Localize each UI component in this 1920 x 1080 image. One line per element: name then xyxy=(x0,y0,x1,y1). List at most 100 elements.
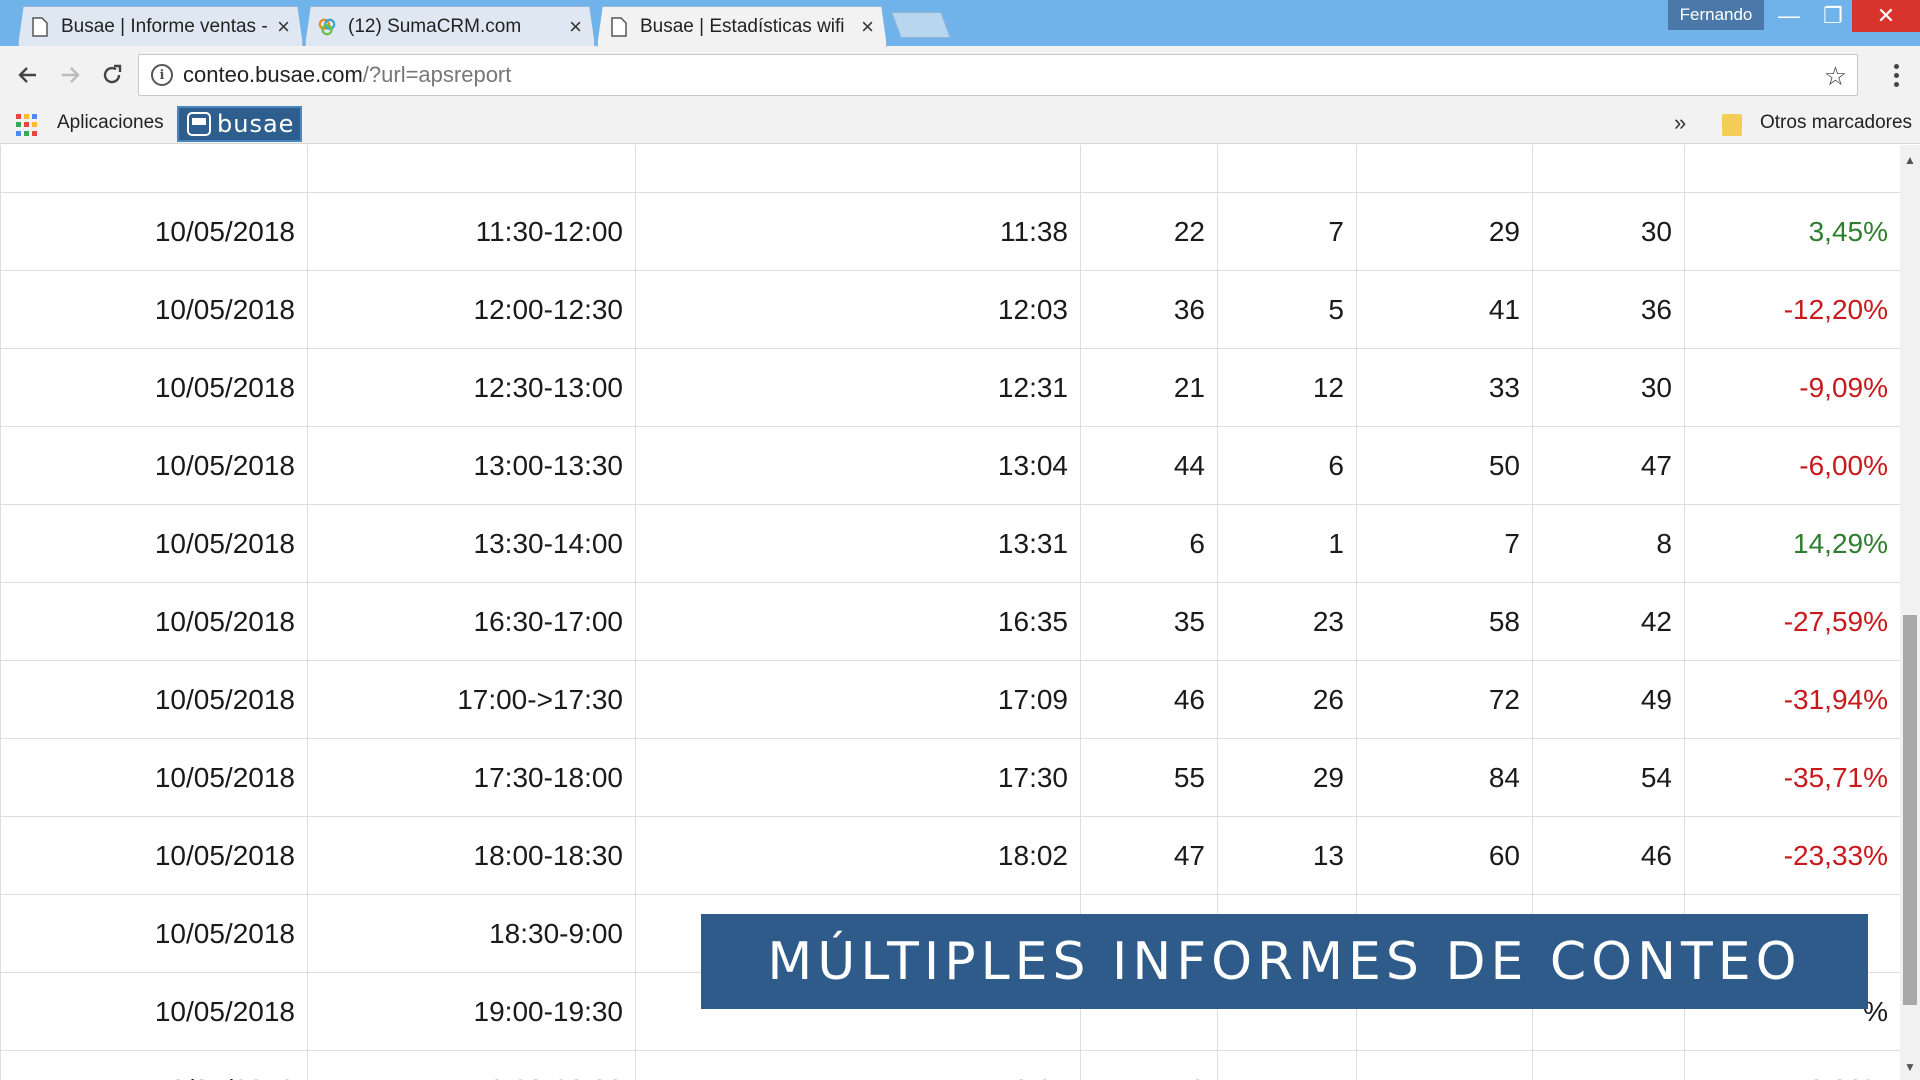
table-cell: 84 xyxy=(1356,738,1533,817)
variation-cell: 3,45% xyxy=(1684,192,1900,271)
bookmark-apps-label[interactable]: Aplicaciones xyxy=(57,112,164,134)
vertical-scrollbar[interactable]: ▲ ▼ xyxy=(1900,145,1920,1080)
bookmarks-bar: Aplicaciones busae » Otros marcadores xyxy=(0,104,1920,144)
table-row: 10/05/2018 11:30-12:00 11:38 22 7 29 30 3,45% xyxy=(0,192,1900,271)
variation-cell: -12,20% xyxy=(1684,270,1900,349)
variation-cell: 14,29% xyxy=(1684,504,1900,583)
folder-icon xyxy=(1722,114,1742,136)
arrow-right-icon xyxy=(62,67,80,83)
scroll-down-arrow-icon[interactable]: ▼ xyxy=(1900,1060,1920,1074)
close-window-button[interactable]: ✕ xyxy=(1852,0,1920,32)
table-cell: 18:30-9:00 xyxy=(307,894,636,973)
table-cell: 47 xyxy=(1080,816,1218,895)
table-cell: 55 xyxy=(1080,738,1218,817)
scroll-up-arrow-icon[interactable]: ▲ xyxy=(1900,153,1920,167)
table-cell: 29 xyxy=(1217,738,1357,817)
table-cell: 17:30-18:00 xyxy=(307,738,636,817)
reload-button[interactable] xyxy=(94,58,130,92)
table-cell: 22 xyxy=(1080,192,1218,271)
back-button[interactable] xyxy=(10,58,46,92)
table-cell: 7 xyxy=(1217,192,1357,271)
table-cell: 17:09 xyxy=(635,660,1081,739)
table-cell: 36 xyxy=(1532,270,1685,349)
table-cell xyxy=(307,145,636,193)
table-cell: 19:37 xyxy=(635,1050,1081,1080)
tab-estadisticas-wifi[interactable]: Busae | Estadísticas wifi × xyxy=(597,6,887,47)
busae-logo-text: busae xyxy=(217,110,295,138)
table-cell: 10/05/2018 xyxy=(0,270,308,349)
tab-sumacrm[interactable]: (12) SumaCRM.com × xyxy=(305,6,595,46)
table-cell: 8 xyxy=(1532,504,1685,583)
variation-cell: -27,59% xyxy=(1684,582,1900,661)
table-cell: 10/05/2018 xyxy=(0,582,308,661)
chrome-menu-icon[interactable] xyxy=(1886,58,1906,92)
table-cell: 46 xyxy=(1532,816,1685,895)
table-cell: 10/05/2018 xyxy=(0,894,308,973)
new-tab-button[interactable] xyxy=(891,12,951,38)
forward-button[interactable] xyxy=(52,58,88,92)
close-icon[interactable]: × xyxy=(569,14,582,40)
table-cell: 26 xyxy=(1217,660,1357,739)
address-bar[interactable]: i conteo.busae.com /?url=apsreport ☆ xyxy=(138,54,1858,96)
table-row: 10/05/2018 17:00->17:30 17:09 46 26 72 49 -31,9… xyxy=(0,660,1900,739)
table-cell: 12:30-13:00 xyxy=(307,348,636,427)
table-cell: 1 xyxy=(1217,504,1357,583)
table-cell: 10/05/2018 xyxy=(0,348,308,427)
table-cell: 18:02 xyxy=(635,816,1081,895)
table-cell: 11:38 xyxy=(635,192,1081,271)
bookmark-busae[interactable]: busae xyxy=(177,106,302,142)
url-path: /?url=apsreport xyxy=(362,62,512,87)
table-cell: 50 xyxy=(1356,426,1533,505)
table-cell: 6 xyxy=(1080,504,1218,583)
table-cell: 13:30-14:00 xyxy=(307,504,636,583)
url-host: conteo.busae.com xyxy=(183,62,363,87)
table-cell xyxy=(1080,145,1218,193)
table-cell: 10/05/2018 xyxy=(0,660,308,739)
table-row xyxy=(0,145,1900,193)
table-cell: 19:00-19:30 xyxy=(307,972,636,1051)
table-row: 10/05/2018 17:30-18:00 17:30 55 29 84 54 -35,71… xyxy=(0,738,1900,817)
table-cell: 30 xyxy=(1532,192,1685,271)
table-cell: 35 xyxy=(1080,582,1218,661)
page-icon xyxy=(611,17,627,37)
close-icon[interactable]: × xyxy=(277,14,290,40)
table-row: 10/05/201819:30-20:0019:3761770,00% xyxy=(0,1050,1900,1080)
table-cell: 13:00-13:30 xyxy=(307,426,636,505)
table-cell: 47 xyxy=(1532,426,1685,505)
table-row: 10/05/2018 12:00-12:30 12:03 36 5 41 36 -12,20% xyxy=(0,270,1900,349)
table-cell: 58 xyxy=(1356,582,1533,661)
info-icon[interactable]: i xyxy=(151,64,173,86)
variation-cell: 0,00% xyxy=(1684,1050,1900,1080)
tab-informe-ventas[interactable]: Busae | Informe ventas - ( × xyxy=(18,6,303,46)
more-bookmarks-icon[interactable]: » xyxy=(1674,110,1686,136)
user-profile-button[interactable]: Fernando xyxy=(1668,0,1764,30)
table-cell: 16:35 xyxy=(635,582,1081,661)
browser-toolbar: i conteo.busae.com /?url=apsreport ☆ xyxy=(0,46,1920,104)
variation-cell: -9,09% xyxy=(1684,348,1900,427)
bookmark-star-icon[interactable]: ☆ xyxy=(1824,61,1847,92)
variation-cell: -23,33% xyxy=(1684,816,1900,895)
close-icon[interactable]: × xyxy=(861,14,874,40)
table-cell: 10/05/2018 xyxy=(0,816,308,895)
table-cell: 23 xyxy=(1217,582,1357,661)
apps-grid-icon[interactable] xyxy=(16,114,38,136)
table-cell: 10/05/2018 xyxy=(0,738,308,817)
page-icon xyxy=(32,16,48,37)
table-cell: 10/05/2018 xyxy=(0,426,308,505)
table-cell: 10/05/2018 xyxy=(0,504,308,583)
table-cell: 7 xyxy=(1356,504,1533,583)
other-bookmarks-button[interactable]: Otros marcadores xyxy=(1760,112,1912,134)
scrollbar-thumb[interactable] xyxy=(1903,615,1917,1005)
table-cell xyxy=(635,145,1081,193)
tab-title: (12) SumaCRM.com xyxy=(348,15,522,37)
table-cell: 18:00-18:30 xyxy=(307,816,636,895)
table-cell: 12:03 xyxy=(635,270,1081,349)
tab-title: Busae | Informe ventas - ( xyxy=(61,15,270,37)
table-cell: 13 xyxy=(1217,816,1357,895)
table-cell: 44 xyxy=(1080,426,1218,505)
table-cell: 5 xyxy=(1217,270,1357,349)
tab-title: Busae | Estadísticas wifi xyxy=(640,16,845,37)
table-cell: 19:30-20:00 xyxy=(307,1050,636,1080)
table-cell: 21 xyxy=(1080,348,1218,427)
table-row: 10/05/2018 18:00-18:30 18:02 47 13 60 46 -23,33… xyxy=(0,816,1900,895)
